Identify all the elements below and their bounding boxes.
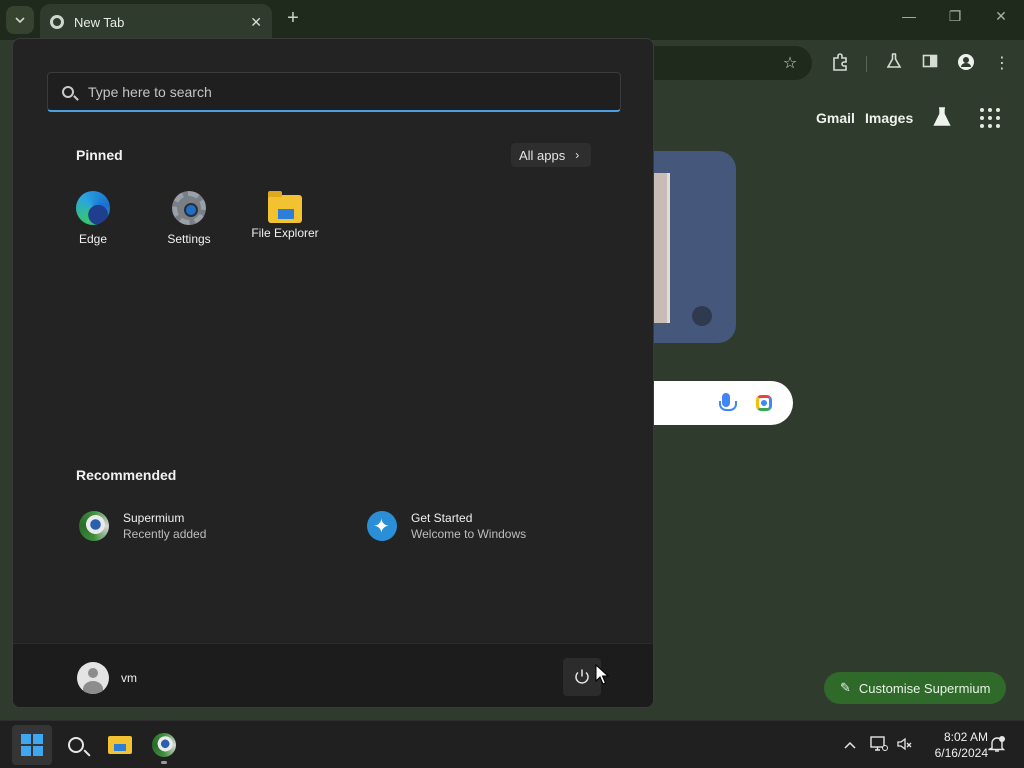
file-explorer-icon [108,736,132,754]
pinned-app-settings[interactable]: Settings [145,191,233,246]
get-started-icon [367,511,397,541]
window-close-button[interactable]: ✕ [989,8,1013,25]
start-button[interactable] [12,725,52,765]
edge-icon [76,191,110,225]
all-apps-button[interactable]: All apps › [511,143,591,167]
labs-flask-icon[interactable] [883,53,905,75]
notifications-bell-icon[interactable] [988,735,1006,756]
minimize-button[interactable]: — [897,8,921,24]
start-menu-footer: vm [13,643,653,707]
power-icon [575,669,589,684]
windows-logo-icon [21,734,43,756]
tab-title: New Tab [74,14,125,30]
voice-search-mic-icon[interactable] [719,393,737,411]
all-apps-label: All apps [519,147,566,163]
toolbar-separator [866,56,867,72]
chevron-right-icon: › [575,148,580,162]
start-search-box[interactable] [47,72,621,112]
file-explorer-icon [268,191,302,223]
profile-icon[interactable] [955,53,977,75]
user-avatar[interactable] [77,662,109,694]
recommended-heading: Recommended [76,467,177,483]
browser-tabstrip: New Tab ✕ + — ❐ ✕ [0,0,1024,40]
doodle-image[interactable] [640,151,736,343]
recommended-item-get-started[interactable]: Get Started Welcome to Windows [367,511,526,541]
recommended-item-title: Supermium [123,511,185,525]
tab-close-icon[interactable]: ✕ [250,14,262,31]
google-search-box[interactable] [640,381,793,425]
clock-date: 6/16/2024 [934,746,988,760]
chromium-favicon-icon [50,15,64,29]
customise-label: Customise Supermium [858,680,991,696]
recommended-item-supermium[interactable]: Supermium Recently added [79,511,206,541]
recommended-item-title: Get Started [411,511,473,525]
taskbar: 8:02 AM 6/16/2024 [0,720,1024,768]
settings-icon [172,191,206,225]
google-lens-icon[interactable] [756,395,772,411]
tab-search-dropdown[interactable] [6,6,34,34]
gmail-link[interactable]: Gmail [816,110,855,126]
pinned-app-label: Settings [167,232,211,246]
browser-tab[interactable]: New Tab ✕ [40,4,272,40]
start-search-input[interactable] [88,83,568,100]
pinned-app-label: File Explorer [251,226,319,240]
running-indicator [161,761,167,764]
restore-button[interactable]: ❐ [943,8,967,25]
recommended-item-subtitle: Recently added [123,527,207,541]
side-panel-icon[interactable] [919,53,941,75]
taskbar-file-explorer[interactable] [100,725,140,765]
supermium-icon [79,511,109,541]
volume-muted-icon[interactable] [896,736,912,755]
chevron-down-icon [15,17,25,23]
mouse-cursor-icon [595,664,609,685]
search-icon [68,737,84,753]
show-hidden-icons-chevron-up-icon[interactable] [844,736,856,752]
menu-kebab-icon[interactable]: ⋮ [991,53,1013,75]
doodle-share-icon[interactable] [692,306,712,326]
pinned-app-edge[interactable]: Edge [49,191,137,246]
google-apps-grid-icon[interactable] [980,108,1000,128]
customise-button[interactable]: ✎ Customise Supermium [824,672,1006,704]
pinned-heading: Pinned [76,147,123,163]
clock-time: 8:02 AM [943,730,988,744]
doodle-paper-art [652,173,670,323]
system-clock[interactable]: 8:02 AM 6/16/2024 [916,729,988,761]
pinned-app-file-explorer[interactable]: File Explorer [241,191,329,240]
images-link[interactable]: Images [865,110,913,126]
user-name[interactable]: vm [121,671,137,685]
pencil-icon: ✎ [840,680,851,695]
network-icon[interactable] [870,736,888,755]
supermium-icon [152,733,176,757]
recommended-item-subtitle: Welcome to Windows [411,527,527,541]
taskbar-search-button[interactable] [56,725,96,765]
search-icon [62,85,74,98]
pinned-app-label: Edge [78,232,108,246]
bookmark-star-icon[interactable]: ☆ [779,53,801,75]
new-tab-button[interactable]: + [282,8,304,30]
extensions-icon[interactable] [829,53,851,75]
search-labs-flask-icon[interactable] [931,107,953,129]
taskbar-supermium[interactable] [144,725,184,765]
start-menu: Pinned All apps › Edge Settings File Exp… [12,38,654,708]
